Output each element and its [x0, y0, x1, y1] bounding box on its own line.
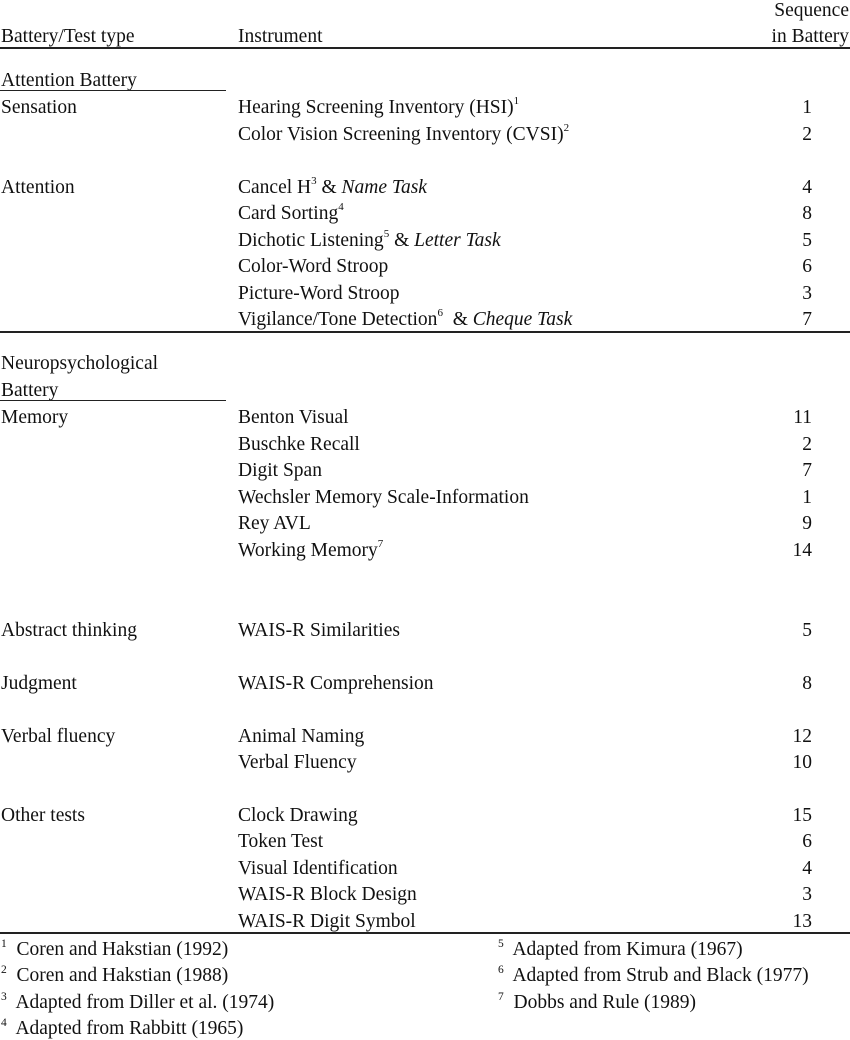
- sequence-value: 6: [802, 256, 812, 277]
- instrument-wais-r-digit-symbol: WAIS-R Digit Symbol: [238, 911, 416, 932]
- instrument-cvsi: Color Vision Screening Inventory (CVSI)2: [238, 122, 570, 145]
- instrument-color-word-stroop: Color-Word Stroop: [238, 256, 389, 277]
- battery-title-attention: Attention Battery: [1, 70, 137, 91]
- instrument-picture-word-stroop: Picture-Word Stroop: [238, 283, 400, 304]
- sequence-value: 14: [792, 540, 813, 561]
- instrument-benton-visual: Benton Visual: [238, 407, 349, 428]
- test-type-other-tests: Other tests: [1, 805, 85, 826]
- sequence-value: 3: [802, 884, 812, 905]
- header-sequence-line1: Sequence: [774, 0, 849, 21]
- section-divider-rule: [0, 331, 850, 333]
- footnote-3: 3 Adapted from Diller et al. (1974): [1, 991, 275, 1013]
- test-type-verbal-fluency: Verbal fluency: [1, 726, 116, 747]
- sequence-value: 1: [802, 97, 812, 118]
- sequence-value: 13: [792, 911, 813, 932]
- instrument-token-test: Token Test: [238, 831, 324, 852]
- test-type-sensation: Sensation: [1, 97, 77, 118]
- instrument-wais-r-block-design: WAIS-R Block Design: [238, 884, 417, 905]
- footnote-6: 6 Adapted from Strub and Black (1977): [498, 964, 809, 986]
- sequence-value: 8: [802, 203, 812, 224]
- sequence-value: 1: [802, 487, 812, 508]
- instrument-animal-naming: Animal Naming: [238, 726, 365, 747]
- sequence-value: 4: [802, 858, 812, 879]
- header-sequence-line2: in Battery: [771, 26, 849, 47]
- battery-underline-attention: [0, 90, 226, 92]
- footnote-5: 5 Adapted from Kimura (1967): [498, 938, 743, 960]
- sequence-value: 5: [802, 230, 812, 251]
- instrument-visual-identification: Visual Identification: [238, 858, 398, 879]
- sequence-value: 11: [793, 407, 812, 428]
- sequence-value: 15: [792, 805, 813, 826]
- sequence-value: 6: [802, 831, 812, 852]
- sequence-value: 7: [802, 309, 812, 330]
- instrument-dichotic-listening: Dichotic Listening5 & Letter Task: [238, 228, 501, 251]
- footnote-1: 1 Coren and Hakstian (1992): [1, 938, 229, 960]
- battery-title-neuropsych-line2: Battery: [1, 380, 59, 401]
- footnote-7: 7 Dobbs and Rule (1989): [498, 991, 697, 1013]
- instrument-cancel-h: Cancel H3 & Name Task: [238, 175, 427, 198]
- instrument-buschke-recall: Buschke Recall: [238, 434, 360, 455]
- sequence-value: 5: [802, 620, 812, 641]
- bottom-rule: [0, 932, 850, 934]
- test-type-attention: Attention: [1, 177, 75, 198]
- sequence-value: 12: [792, 726, 813, 747]
- instrument-clock-drawing: Clock Drawing: [238, 805, 358, 826]
- sequence-value: 2: [802, 124, 812, 145]
- header-rule: [0, 47, 850, 49]
- header-instrument: Instrument: [238, 26, 323, 47]
- sequence-value: 2: [802, 434, 812, 455]
- instrument-wais-r-comprehension: WAIS-R Comprehension: [238, 673, 434, 694]
- sequence-value: 8: [802, 673, 812, 694]
- battery-title-neuropsych-line1: Neuropsychological: [1, 353, 159, 374]
- instrument-digit-span: Digit Span: [238, 460, 322, 481]
- instrument-wais-r-similarities: WAIS-R Similarities: [238, 620, 400, 641]
- instrument-vigilance-tone-detection: Vigilance/Tone Detection6 & Cheque Task: [238, 307, 573, 330]
- test-type-abstract-thinking: Abstract thinking: [1, 620, 137, 641]
- sequence-value: 3: [802, 283, 812, 304]
- footnote-2: 2 Coren and Hakstian (1988): [1, 964, 229, 986]
- instrument-verbal-fluency: Verbal Fluency: [238, 752, 357, 773]
- instrument-working-memory: Working Memory7: [238, 538, 384, 561]
- header-battery-test-type: Battery/Test type: [1, 26, 135, 47]
- instrument-hsi: Hearing Screening Inventory (HSI)1: [238, 95, 520, 118]
- sequence-value: 9: [802, 513, 812, 534]
- instrument-rey-avl: Rey AVL: [238, 513, 311, 534]
- sequence-value: 10: [792, 752, 813, 773]
- battery-underline-neuropsych: [0, 400, 226, 402]
- footnote-4: 4 Adapted from Rabbitt (1965): [1, 1017, 244, 1039]
- test-type-judgment: Judgment: [1, 673, 77, 694]
- test-type-memory: Memory: [1, 407, 69, 428]
- instrument-wechsler-memory-scale: Wechsler Memory Scale-Information: [238, 487, 529, 508]
- sequence-value: 4: [802, 177, 812, 198]
- sequence-value: 7: [802, 460, 812, 481]
- instrument-card-sorting: Card Sorting4: [238, 201, 344, 224]
